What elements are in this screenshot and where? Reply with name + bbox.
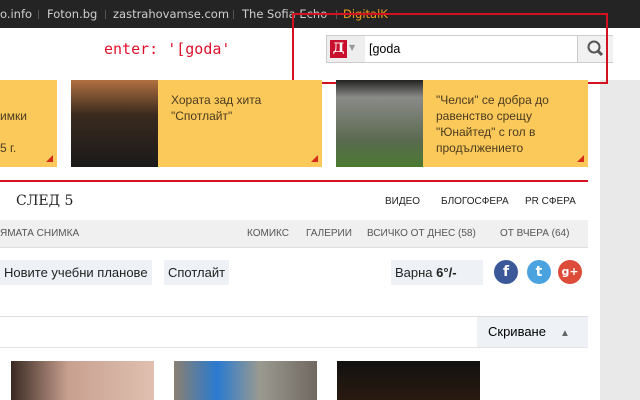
subnav-item[interactable]: ГАЛЕРИИ xyxy=(306,228,352,239)
card-title: "Челси" се добра доравенство срещу"Юнайт… xyxy=(436,92,549,156)
divider xyxy=(38,10,39,19)
divider xyxy=(0,347,588,348)
top-link[interactable]: Foton.bg xyxy=(47,7,97,21)
divider xyxy=(233,10,234,19)
top-link[interactable]: zastrahovamse.com xyxy=(113,7,229,21)
subnav-item[interactable]: ВСИЧКО ОТ ДНЕС (58) xyxy=(367,228,476,239)
right-gutter xyxy=(600,80,640,400)
card-title: Хората зад хита"Спотлайт" xyxy=(171,92,261,124)
hide-label: Скриване xyxy=(488,324,546,339)
weather-widget[interactable]: Варна 6°/- xyxy=(391,260,483,285)
divider xyxy=(0,180,588,182)
weather-temp: 6°/- xyxy=(436,265,456,280)
instruction-text: enter: '[goda' xyxy=(104,40,230,58)
divider xyxy=(105,10,106,19)
top-link[interactable]: o.info xyxy=(0,7,32,21)
google-plus-icon[interactable]: g+ xyxy=(558,260,582,284)
corner-arrow-icon xyxy=(311,155,318,162)
corner-arrow-icon xyxy=(46,155,53,162)
card-image xyxy=(71,80,158,167)
news-card[interactable]: Хората зад хита"Спотлайт" xyxy=(71,80,322,167)
nav-video[interactable]: ВИДЕО xyxy=(385,196,420,207)
gallery-image[interactable] xyxy=(11,361,154,400)
gallery-image[interactable] xyxy=(337,361,480,400)
subnav-item[interactable]: ЯМАТА СНИМКА xyxy=(0,228,79,239)
hide-button[interactable]: Скриване ▲ xyxy=(477,317,588,347)
chevron-up-icon: ▲ xyxy=(560,328,570,339)
facebook-icon[interactable]: f xyxy=(494,260,518,284)
gallery-image[interactable] xyxy=(174,361,317,400)
nav-blogosfera[interactable]: БЛОГОСФЕРА xyxy=(441,196,509,207)
highlight-box xyxy=(292,13,608,84)
tag-link[interactable]: Спотлайт xyxy=(164,260,229,285)
card-title: имки5 г. xyxy=(0,108,27,156)
subnav-item[interactable]: КОМИКС xyxy=(247,228,289,239)
card-image xyxy=(336,80,423,167)
news-card[interactable]: "Челси" се добра доравенство срещу"Юнайт… xyxy=(336,80,588,167)
corner-arrow-icon xyxy=(577,155,584,162)
subnav-item[interactable]: ОТ ВЧЕРА (64) xyxy=(500,228,569,239)
nav-sled5[interactable]: СЛЕД 5 xyxy=(16,193,73,209)
twitter-icon[interactable]: t xyxy=(527,260,551,284)
nav-pr-sfera[interactable]: PR СФЕРА xyxy=(525,196,576,207)
news-card[interactable]: имки5 г. xyxy=(0,80,57,167)
weather-city: Варна xyxy=(395,265,433,280)
sub-navigation: ЯМАТА СНИМКА КОМИКС ГАЛЕРИИ ВСИЧКО ОТ ДН… xyxy=(0,220,588,248)
tag-link[interactable]: Новите учебни планове xyxy=(0,260,152,285)
